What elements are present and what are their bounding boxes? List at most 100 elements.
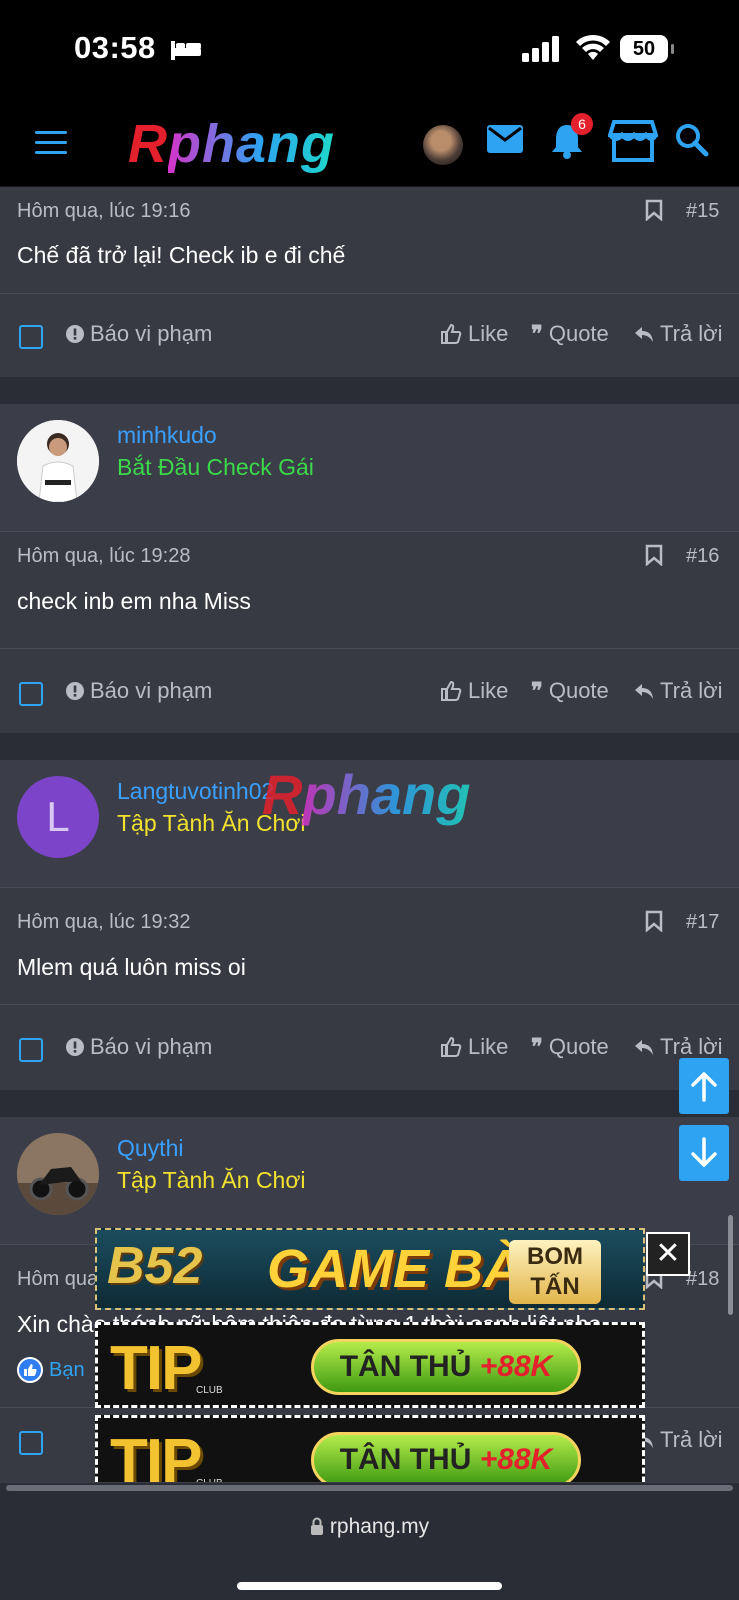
battery-indicator: 50	[620, 35, 674, 63]
ad-promo-pill: TÂN THỦ +88K	[311, 1432, 581, 1488]
scroll-bottom-button[interactable]	[679, 1125, 729, 1181]
store-icon[interactable]	[608, 119, 658, 163]
bookmark-icon[interactable]	[645, 199, 663, 221]
alert-icon	[66, 682, 84, 700]
ad-banner-b52[interactable]: B52 GAME BÀI BOM TẤN	[95, 1228, 645, 1310]
quote-button[interactable]: ❞ Quote	[531, 678, 609, 704]
post-actions: Báo vi phạm Like ❞ Quote Trả lời	[0, 311, 739, 363]
wifi-icon	[576, 34, 610, 60]
select-checkbox[interactable]	[19, 1038, 43, 1062]
post-number[interactable]: #15	[686, 200, 719, 223]
like-button[interactable]: Like	[440, 321, 508, 347]
divider	[0, 293, 739, 294]
select-checkbox[interactable]	[19, 325, 43, 349]
post-gap	[0, 733, 739, 760]
bookmark-icon[interactable]	[645, 544, 663, 566]
ad-brand: B52	[107, 1237, 203, 1295]
reply-icon	[635, 684, 653, 699]
site-logo[interactable]: Rphang	[128, 113, 335, 175]
sleep-icon	[171, 41, 201, 60]
ad-brand-sub: CLUB	[196, 1385, 223, 1396]
post-16: minhkudo Bắt Đầu Check Gái Hôm qua, lúc …	[0, 404, 739, 733]
post-actions: Báo vi phạm Like ❞ Quote Trả lời	[0, 668, 739, 720]
arrow-up-icon	[691, 1072, 717, 1102]
mail-icon[interactable]	[487, 125, 523, 153]
ad-title: GAME BÀI	[267, 1239, 537, 1299]
status-time: 03:58	[74, 30, 156, 65]
cellular-signal-icon	[522, 36, 559, 62]
ad-banner-tip[interactable]: TIP CLUB TÂN THỦ +88K	[95, 1322, 645, 1408]
divider	[0, 648, 739, 649]
post-date: Hôm qua, lúc 19:28	[17, 545, 191, 567]
post-date: Hôm qua, lúc 19:16	[17, 200, 191, 222]
post-message: Chế đã trở lại! Check ib e đi chế	[17, 242, 346, 268]
like-button[interactable]: Like	[440, 1034, 508, 1060]
site-header: Rphang 6	[0, 105, 739, 187]
lock-icon	[310, 1517, 323, 1535]
reply-button[interactable]: Trả lời	[634, 321, 723, 347]
thumbs-up-icon	[441, 323, 462, 344]
divider	[0, 1004, 739, 1005]
site-watermark: Rphang	[262, 763, 471, 826]
post-number[interactable]: #16	[686, 545, 719, 568]
arrow-down-icon	[691, 1137, 717, 1167]
search-icon[interactable]	[675, 123, 709, 157]
username[interactable]: minhkudo	[117, 422, 217, 449]
username[interactable]: Quythi	[117, 1135, 183, 1162]
quote-icon: ❞	[531, 678, 543, 703]
menu-icon[interactable]	[35, 131, 67, 155]
ad-close-button[interactable]: ✕	[646, 1232, 690, 1276]
bookmark-icon[interactable]	[645, 910, 663, 932]
post-date: Hôm qua	[17, 1268, 99, 1290]
user-bar: minhkudo Bắt Đầu Check Gái	[0, 404, 739, 532]
account-avatar[interactable]	[423, 125, 463, 165]
quote-icon: ❞	[531, 1034, 543, 1059]
post-message: check inb em nha Miss	[17, 588, 251, 614]
username[interactable]: Langtuvotinh02	[117, 778, 274, 805]
ad-promo-pill: TÂN THỦ +88K	[311, 1339, 581, 1395]
quote-button[interactable]: ❞ Quote	[531, 321, 609, 347]
alert-icon	[66, 1038, 84, 1056]
home-indicator[interactable]	[237, 1582, 502, 1590]
report-button[interactable]: Báo vi phạm	[66, 321, 212, 347]
scroll-top-button[interactable]	[679, 1058, 729, 1114]
thumbs-up-icon	[441, 1036, 462, 1057]
post-message: Mlem quá luôn miss oi	[17, 954, 246, 980]
like-reaction-icon	[17, 1357, 43, 1383]
karate-avatar-image	[17, 420, 99, 502]
reply-icon	[635, 327, 653, 342]
quote-icon: ❞	[531, 321, 543, 346]
reaction-summary[interactable]: Bạn	[17, 1357, 85, 1383]
user-avatar[interactable]	[17, 420, 99, 502]
post-actions: Báo vi phạm Like ❞ Quote Trả lời	[0, 1024, 739, 1076]
select-checkbox[interactable]	[19, 1431, 43, 1455]
user-avatar[interactable]	[17, 1133, 99, 1215]
post-15: Hôm qua, lúc 19:16 #15 Chế đã trở lại! C…	[0, 187, 739, 377]
report-button[interactable]: Báo vi phạm	[66, 1034, 212, 1060]
like-button[interactable]: Like	[440, 678, 508, 704]
page-load-progress	[6, 1485, 733, 1491]
alert-icon	[66, 325, 84, 343]
status-bar: 03:58 50	[0, 0, 739, 105]
thumbs-up-icon	[441, 680, 462, 701]
ad-brand: TIP	[110, 1334, 202, 1403]
page: 03:58 50 Rphang 6 Hôm qua, lúc 19:16 #15…	[0, 0, 739, 1600]
reply-button[interactable]: Trả lời	[634, 1427, 723, 1453]
select-checkbox[interactable]	[19, 682, 43, 706]
motorbike-avatar-image	[17, 1133, 99, 1215]
notification-badge: 6	[571, 113, 593, 135]
report-button[interactable]: Báo vi phạm	[66, 678, 212, 704]
reply-button[interactable]: Trả lời	[634, 678, 723, 704]
post-number[interactable]: #18	[686, 1268, 719, 1291]
post-gap	[0, 377, 739, 404]
ad-badge: BOM TẤN	[509, 1240, 601, 1304]
post-number[interactable]: #17	[686, 911, 719, 934]
user-avatar[interactable]: L	[17, 776, 99, 858]
quote-button[interactable]: ❞ Quote	[531, 1034, 609, 1060]
user-title: Tập Tành Ăn Chơi	[117, 1167, 306, 1193]
page-scrollbar[interactable]	[728, 1215, 733, 1315]
user-title: Bắt Đầu Check Gái	[117, 454, 314, 480]
post-date: Hôm qua, lúc 19:32	[17, 911, 191, 933]
reply-button[interactable]: Trả lời	[634, 1034, 723, 1060]
url-display[interactable]: rphang.my	[0, 1515, 739, 1539]
